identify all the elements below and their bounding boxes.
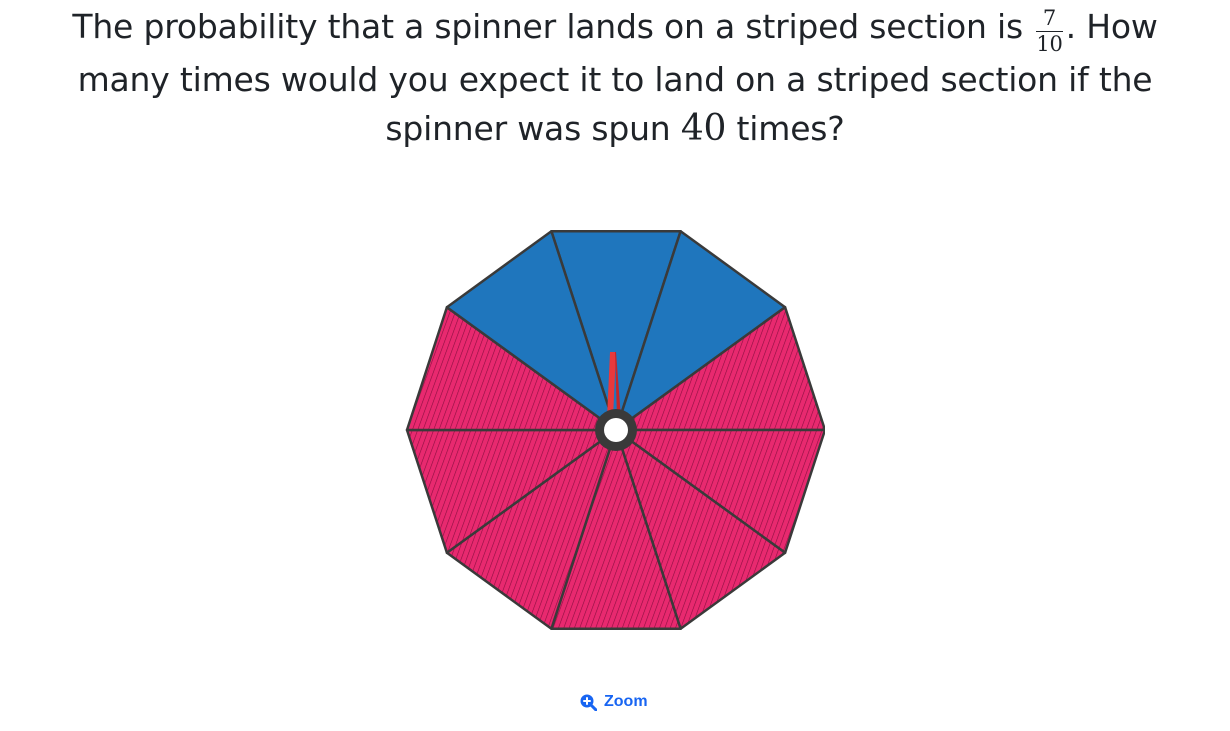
zoom-button[interactable]: Zoom: [580, 690, 648, 714]
pointer-hub-inner: [604, 418, 628, 442]
question-part1: The probability that a spinner lands on …: [72, 7, 1024, 46]
probability-fraction: 7 10: [1036, 8, 1063, 56]
question-part3: times?: [736, 109, 845, 148]
fraction-denominator: 10: [1036, 32, 1063, 56]
fraction-numerator: 7: [1036, 8, 1063, 32]
zoom-label: Zoom: [604, 693, 648, 710]
question-text: The probability that a spinner lands on …: [40, 2, 1190, 153]
spinner-diagram: [405, 230, 825, 630]
zoom-in-icon: [580, 694, 597, 711]
spin-count: 40: [680, 108, 727, 149]
